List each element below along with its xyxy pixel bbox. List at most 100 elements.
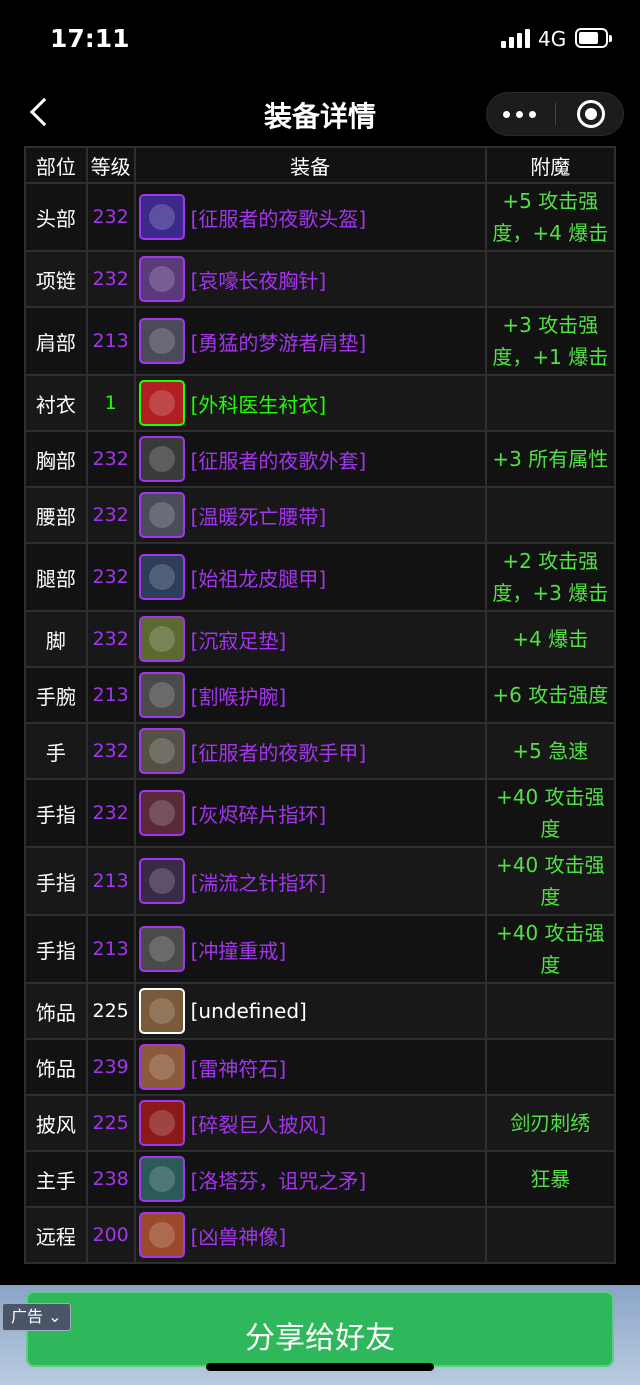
item-name-link[interactable]: [征服者的夜歌外套] [191, 445, 367, 474]
slot-cell: 腰部 [24, 486, 88, 544]
level-cell: 232 [85, 182, 136, 252]
level-cell: 232 [85, 610, 136, 668]
header-item: 装备 [133, 146, 487, 184]
level-cell: 225 [85, 982, 136, 1040]
item-icon [138, 858, 185, 904]
slot-cell: 饰品 [24, 1038, 88, 1096]
table-row[interactable]: 手指 213 [湍流之针指环] +40 攻击强度 [24, 846, 617, 916]
table-row[interactable]: 饰品 225 [undefined] [24, 982, 617, 1040]
item-icon [138, 256, 185, 302]
item-cell[interactable]: [碎裂巨人披风] [133, 1094, 487, 1152]
slot-cell: 脚 [24, 610, 88, 668]
item-name-link[interactable]: [征服者的夜歌手甲] [191, 737, 367, 766]
level-cell: 200 [85, 1206, 136, 1264]
item-name-link[interactable]: [割喉护腕] [191, 681, 287, 710]
table-row[interactable]: 手 232 [征服者的夜歌手甲] +5 急速 [24, 722, 617, 780]
level-cell: 232 [85, 486, 136, 544]
item-cell[interactable]: [沉寂足垫] [133, 610, 487, 668]
level-cell: 239 [85, 1038, 136, 1096]
table-row[interactable]: 腰部 232 [温暖死亡腰带] [24, 486, 617, 544]
item-cell[interactable]: [始祖龙皮腿甲] [133, 542, 487, 612]
item-name-link[interactable]: [始祖龙皮腿甲] [191, 563, 327, 592]
item-cell[interactable]: [征服者的夜歌手甲] [133, 722, 487, 780]
item-icon [138, 380, 185, 426]
nav-bar: 装备详情 [0, 80, 640, 146]
item-icon [138, 1156, 185, 1202]
slot-cell: 衬衣 [24, 374, 88, 432]
enchant-cell: 狂暴 [484, 1150, 617, 1208]
slot-cell: 手 [24, 722, 88, 780]
table-row[interactable]: 手腕 213 [割喉护腕] +6 攻击强度 [24, 666, 617, 724]
enchant-cell: +2 攻击强度，+3 爆击 [484, 542, 617, 612]
item-icon [138, 436, 185, 482]
item-icon [138, 1044, 185, 1090]
item-name-link[interactable]: [洛塔芬，诅咒之矛] [191, 1165, 367, 1194]
table-row[interactable]: 主手 238 [洛塔芬，诅咒之矛] 狂暴 [24, 1150, 617, 1208]
more-button[interactable] [487, 93, 555, 135]
item-cell[interactable]: [勇猛的梦游者肩垫] [133, 306, 487, 376]
item-name-link[interactable]: [冲撞重戒] [191, 935, 287, 964]
item-name-link[interactable]: [undefined] [191, 999, 307, 1023]
ad-tag[interactable]: 广告 ⌄ [2, 1303, 71, 1331]
item-cell[interactable]: [割喉护腕] [133, 666, 487, 724]
network-type: 4G [538, 27, 567, 51]
item-name-link[interactable]: [哀嚎长夜胸针] [191, 265, 327, 294]
item-name-link[interactable]: [湍流之针指环] [191, 867, 327, 896]
item-icon [138, 728, 185, 774]
chevron-down-icon: ⌄ [48, 1307, 62, 1326]
item-name-link[interactable]: [灰烬碎片指环] [191, 799, 327, 828]
item-name-link[interactable]: [征服者的夜歌头盔] [191, 203, 367, 232]
table-row[interactable]: 饰品 239 [雷神符石] [24, 1038, 617, 1096]
item-name-link[interactable]: [外科医生衬衣] [191, 389, 327, 418]
battery-icon [575, 28, 612, 48]
item-cell[interactable]: [雷神符石] [133, 1038, 487, 1096]
item-name-link[interactable]: [温暖死亡腰带] [191, 501, 327, 530]
enchant-cell: +6 攻击强度 [484, 666, 617, 724]
item-name-link[interactable]: [碎裂巨人披风] [191, 1109, 327, 1138]
enchant-cell: +5 急速 [484, 722, 617, 780]
table-row[interactable]: 头部 232 [征服者的夜歌头盔] +5 攻击强度，+4 爆击 [24, 182, 617, 252]
item-icon [138, 790, 185, 836]
item-name-link[interactable]: [凶兽神像] [191, 1221, 287, 1250]
table-row[interactable]: 脚 232 [沉寂足垫] +4 爆击 [24, 610, 617, 668]
item-cell[interactable]: [外科医生衬衣] [133, 374, 487, 432]
item-cell[interactable]: [征服者的夜歌头盔] [133, 182, 487, 252]
enchant-cell: +40 攻击强度 [484, 914, 617, 984]
enchant-cell: +4 爆击 [484, 610, 617, 668]
table-row[interactable]: 项链 232 [哀嚎长夜胸针] [24, 250, 617, 308]
table-row[interactable]: 胸部 232 [征服者的夜歌外套] +3 所有属性 [24, 430, 617, 488]
item-cell[interactable]: [哀嚎长夜胸针] [133, 250, 487, 308]
table-row[interactable]: 腿部 232 [始祖龙皮腿甲] +2 攻击强度，+3 爆击 [24, 542, 617, 612]
slot-cell: 肩部 [24, 306, 88, 376]
table-header-row: 部位 等级 装备 附魔 [24, 146, 617, 184]
item-name-link[interactable]: [勇猛的梦游者肩垫] [191, 327, 367, 356]
item-cell[interactable]: [湍流之针指环] [133, 846, 487, 916]
level-cell: 213 [85, 914, 136, 984]
level-cell: 213 [85, 306, 136, 376]
slot-cell: 主手 [24, 1150, 88, 1208]
share-button[interactable]: 分享给好友 [26, 1291, 614, 1367]
item-icon [138, 988, 185, 1034]
table-row[interactable]: 衬衣 1 [外科医生衬衣] [24, 374, 617, 432]
table-row[interactable]: 披风 225 [碎裂巨人披风] 剑刃刺绣 [24, 1094, 617, 1152]
slot-cell: 头部 [24, 182, 88, 252]
close-miniprogram-button[interactable] [556, 93, 624, 135]
level-cell: 238 [85, 1150, 136, 1208]
enchant-cell: +3 所有属性 [484, 430, 617, 488]
table-row[interactable]: 远程 200 [凶兽神像] [24, 1206, 617, 1264]
item-cell[interactable]: [洛塔芬，诅咒之矛] [133, 1150, 487, 1208]
item-name-link[interactable]: [雷神符石] [191, 1053, 287, 1082]
slot-cell: 项链 [24, 250, 88, 308]
equipment-table: 部位 等级 装备 附魔 头部 232 [征服者的夜歌头盔] +5 攻击强度，+4 爆击… [24, 146, 617, 1264]
item-cell[interactable]: [温暖死亡腰带] [133, 486, 487, 544]
table-row[interactable]: 手指 213 [冲撞重戒] +40 攻击强度 [24, 914, 617, 984]
item-cell[interactable]: [凶兽神像] [133, 1206, 487, 1264]
item-cell[interactable]: [undefined] [133, 982, 487, 1040]
header-slot: 部位 [24, 146, 88, 184]
item-name-link[interactable]: [沉寂足垫] [191, 625, 287, 654]
item-cell[interactable]: [冲撞重戒] [133, 914, 487, 984]
table-row[interactable]: 手指 232 [灰烬碎片指环] +40 攻击强度 [24, 778, 617, 848]
item-cell[interactable]: [灰烬碎片指环] [133, 778, 487, 848]
item-cell[interactable]: [征服者的夜歌外套] [133, 430, 487, 488]
table-row[interactable]: 肩部 213 [勇猛的梦游者肩垫] +3 攻击强度，+1 爆击 [24, 306, 617, 376]
